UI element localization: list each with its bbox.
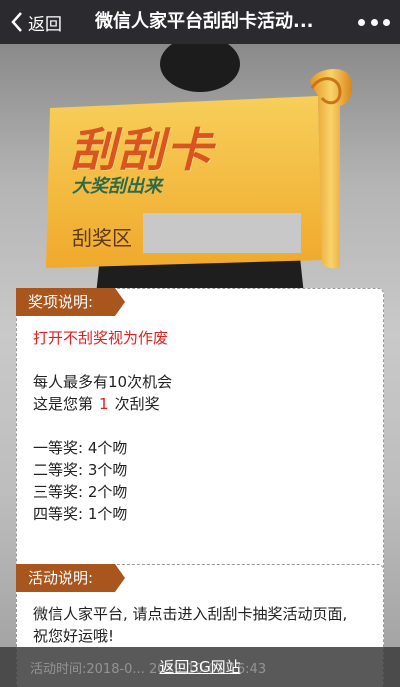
activity-info-tag: 活动说明: — [16, 564, 126, 592]
scratch-count-value: 1 — [99, 395, 109, 413]
prize-info-panel: 奖项说明: 打开不刮奖视为作废 每人最多有10次机会 这是您第 1 次刮奖 一等奖:… — [16, 288, 384, 592]
prize-item: 三等奖: 2个吻 — [33, 483, 128, 501]
page-content: 刮刮卡 大奖刮出来 刮奖区 奖项说明: 打开不刮奖视为作废 每人最多有10次机会… — [0, 44, 400, 687]
max-chances-text: 每人最多有10次机会 — [33, 373, 173, 391]
back-label: 返回 — [28, 14, 62, 35]
prize-item: 四等奖: 1个吻 — [33, 505, 128, 523]
card-title: 刮刮卡 — [70, 123, 214, 177]
prize-item: 一等奖: 4个吻 — [33, 439, 128, 457]
prize-item: 二等奖: 3个吻 — [33, 461, 128, 479]
activity-time-text: 活动时间:2018-0... 2019-10-01 16:43 — [30, 662, 267, 677]
prize-info-tag: 奖项说明: — [16, 288, 126, 316]
count-suffix: 次刮奖 — [114, 395, 160, 413]
activity-description: 微信人家平台, 请点击进入刮刮卡抽奖活动页面, — [33, 605, 348, 623]
scratch-area[interactable] — [143, 213, 301, 253]
scratch-card: 刮刮卡 大奖刮出来 刮奖区 — [40, 64, 362, 272]
void-notice: 打开不刮奖视为作废 — [33, 329, 169, 347]
page-title: 微信人家平台刮刮卡活动... — [95, 11, 314, 32]
scratch-area-label: 刮奖区 — [72, 226, 132, 250]
card-subtitle: 大奖刮出来 — [72, 176, 162, 197]
back-button[interactable]: 返回 — [0, 0, 80, 44]
activity-greeting: 祝您好运哦! — [33, 627, 115, 645]
scratch-count-text: 这是您第 1 次刮奖 — [33, 393, 367, 415]
more-dots-icon[interactable] — [358, 12, 390, 32]
chevron-left-icon — [10, 11, 24, 33]
count-prefix: 这是您第 — [33, 395, 94, 413]
top-navigation-bar: 返回 微信人家平台刮刮卡活动... — [0, 0, 400, 44]
